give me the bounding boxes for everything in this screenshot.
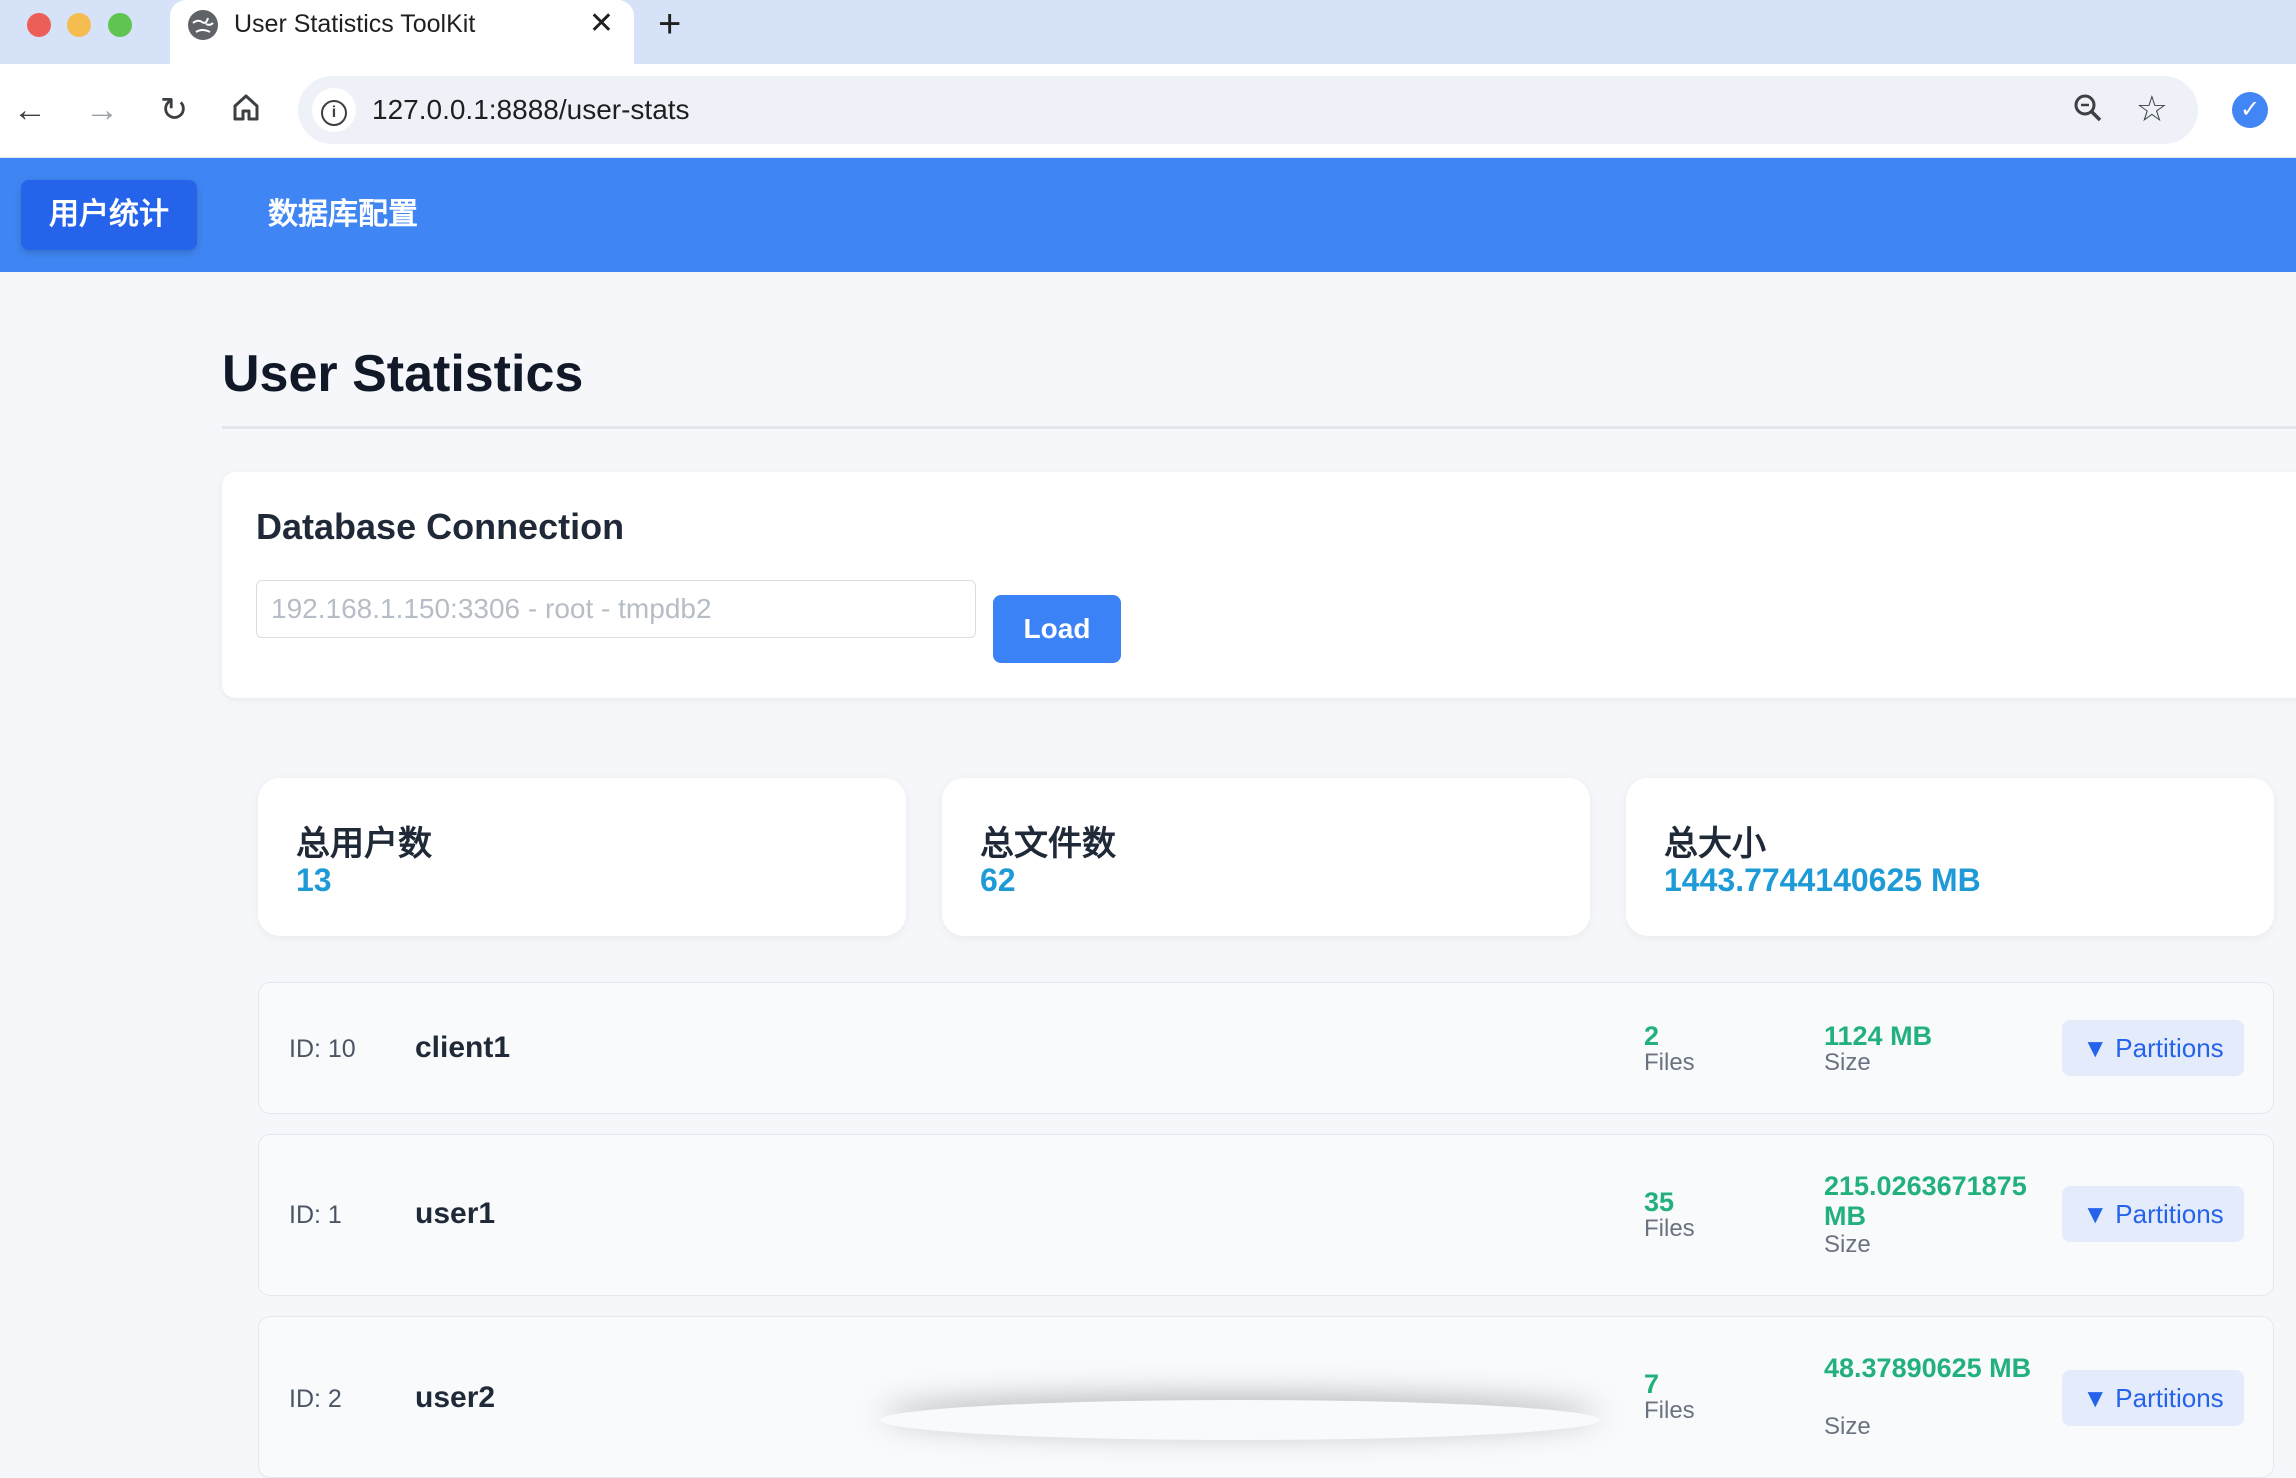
stat-card-total-files: 总文件数 62 bbox=[942, 778, 1590, 936]
files-count: 7 bbox=[1644, 1369, 1660, 1399]
url-text[interactable]: 127.0.0.1:8888/user-stats bbox=[372, 94, 690, 126]
size-value: 215.0263671875 MB bbox=[1824, 1171, 2027, 1231]
browser-tab[interactable]: User Statistics ToolKit ✕ bbox=[170, 0, 634, 64]
size-label: Size bbox=[1824, 1049, 1871, 1076]
stat-value: 1443.7744140625 MB bbox=[1664, 862, 1981, 898]
size-label: Size bbox=[1824, 1413, 1871, 1440]
files-count: 35 bbox=[1644, 1187, 1675, 1217]
close-icon[interactable]: ✕ bbox=[589, 6, 614, 41]
db-connection-input[interactable] bbox=[256, 580, 976, 638]
files-count: 2 bbox=[1644, 1021, 1660, 1051]
minimize-window-button[interactable] bbox=[67, 13, 91, 37]
partitions-button[interactable]: ▼ Partitions bbox=[2062, 1020, 2244, 1076]
tab-title: User Statistics ToolKit bbox=[234, 10, 476, 38]
app-navbar: 用户统计 数据库配置 bbox=[0, 158, 2296, 272]
stat-label: 总用户数 bbox=[296, 825, 432, 863]
files-label: Files bbox=[1644, 1215, 1695, 1242]
user-id: ID: 2 bbox=[289, 1385, 342, 1413]
page-title: User Statistics bbox=[222, 345, 584, 403]
forward-arrow-icon[interactable]: → bbox=[82, 90, 122, 130]
stat-card-total-users: 总用户数 13 bbox=[258, 778, 906, 936]
browser-toolbar: ← → ↻ i 127.0.0.1:8888/user-stats ☆ bbox=[0, 64, 2296, 158]
address-bar[interactable]: i 127.0.0.1:8888/user-stats ☆ bbox=[298, 76, 2198, 144]
title-divider bbox=[222, 426, 2296, 429]
partitions-button[interactable]: ▼ Partitions bbox=[2062, 1186, 2244, 1242]
db-connection-card: Database Connection Load bbox=[222, 472, 2296, 698]
user-name: user2 bbox=[415, 1381, 496, 1414]
stat-card-total-size: 总大小 1443.7744140625 MB bbox=[1626, 778, 2274, 936]
reload-icon[interactable]: ↻ bbox=[154, 90, 194, 130]
load-button[interactable]: Load bbox=[993, 595, 1121, 663]
files-label: Files bbox=[1644, 1049, 1695, 1076]
size-label: Size bbox=[1824, 1231, 1871, 1258]
stat-value: 13 bbox=[296, 862, 332, 898]
stat-label: 总大小 bbox=[1664, 825, 1766, 863]
profile-avatar-icon[interactable]: ✓ bbox=[2232, 92, 2268, 128]
user-name: user1 bbox=[415, 1197, 496, 1230]
user-id: ID: 10 bbox=[289, 1035, 356, 1063]
nav-db-config[interactable]: 数据库配置 bbox=[240, 180, 446, 250]
db-connection-title: Database Connection bbox=[256, 506, 625, 547]
user-id: ID: 1 bbox=[289, 1201, 342, 1229]
stat-label: 总文件数 bbox=[980, 825, 1116, 863]
user-row: ID: 1 user1 35 Files 215.0263671875 MB S… bbox=[258, 1134, 2274, 1296]
maximize-window-button[interactable] bbox=[108, 13, 132, 37]
stat-value: 62 bbox=[980, 862, 1016, 898]
size-value: 48.37890625 MB bbox=[1824, 1353, 2032, 1383]
home-icon[interactable] bbox=[226, 90, 266, 130]
star-icon[interactable]: ☆ bbox=[2136, 88, 2168, 130]
user-name: client1 bbox=[415, 1031, 511, 1064]
user-row: ID: 10 client1 2 Files 1124 MB Size ▼ Pa… bbox=[258, 982, 2274, 1114]
partitions-button[interactable]: ▼ Partitions bbox=[2062, 1370, 2244, 1426]
close-window-button[interactable] bbox=[27, 13, 51, 37]
plus-icon[interactable]: + bbox=[658, 2, 681, 47]
back-arrow-icon[interactable]: ← bbox=[10, 90, 50, 130]
nav-user-stats[interactable]: 用户统计 bbox=[21, 180, 197, 250]
browser-tab-bar: User Statistics ToolKit ✕ + bbox=[0, 0, 2296, 64]
site-info-icon[interactable]: i bbox=[312, 88, 356, 132]
files-label: Files bbox=[1644, 1397, 1695, 1424]
scroll-shadow bbox=[880, 1400, 1600, 1440]
size-value: 1124 MB bbox=[1824, 1021, 1933, 1051]
zoom-icon[interactable] bbox=[2072, 92, 2104, 132]
globe-icon bbox=[188, 10, 218, 40]
user-row: ID: 2 user2 7 Files 48.37890625 MB Size … bbox=[258, 1316, 2274, 1478]
